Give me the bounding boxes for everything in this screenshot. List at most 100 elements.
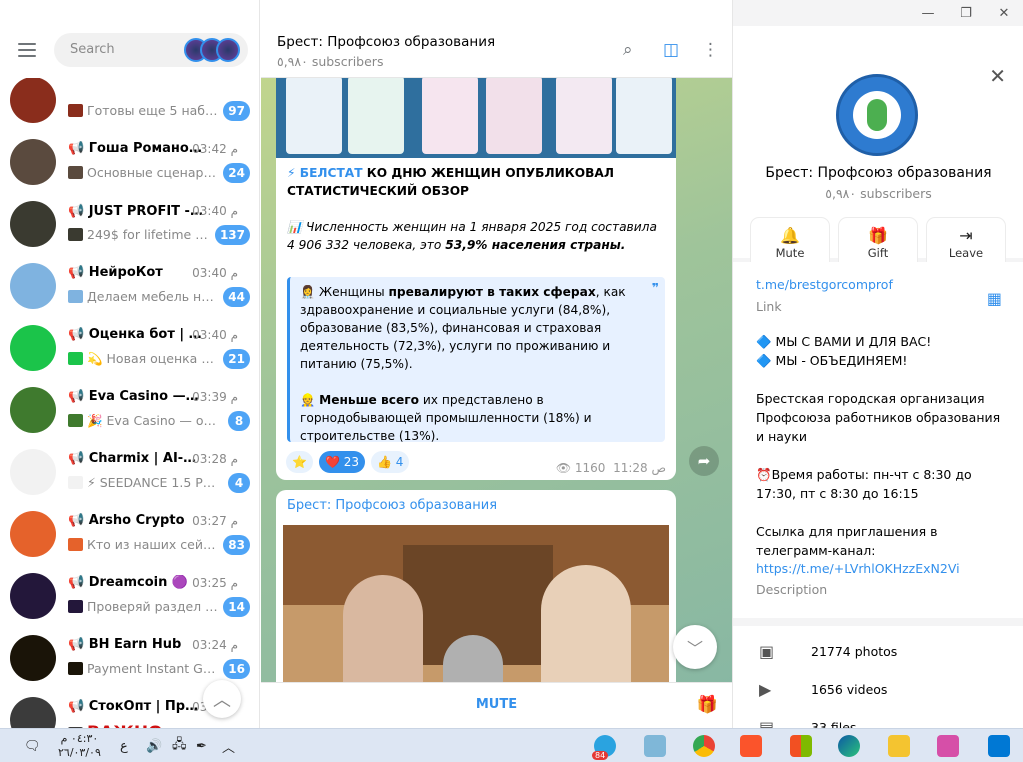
windows-start-icon[interactable]: [988, 735, 1010, 757]
leave-label: Leave: [948, 246, 984, 260]
pen-icon[interactable]: ✒: [196, 735, 207, 757]
channel-subscribers: ٥,٩٨٠ subscribers: [825, 186, 932, 201]
description-label: Description: [756, 582, 828, 597]
eye-icon: 👁: [555, 461, 572, 475]
forward-button[interactable]: ➦: [689, 446, 719, 476]
chat-item[interactable]: Готовы еще 5 набо… 97: [0, 70, 259, 132]
gift-icon[interactable]: 🎁: [697, 695, 718, 715]
unread-badge: 4: [228, 473, 250, 493]
reaction-thumbs[interactable]: 👍 4: [370, 451, 410, 473]
videos-count: 1656 videos: [811, 682, 888, 697]
taskbar-clock[interactable]: ٠٤:٣٠ م ٢٦/٠٣/٠٩: [58, 732, 101, 760]
reaction-star[interactable]: ⭐: [286, 451, 313, 473]
chat-item[interactable]: 📢 Eva Casino — оф…03:39 م 🎉 Eva Casino — …: [0, 380, 259, 442]
chat-preview: Проверяй раздел с …: [68, 599, 218, 614]
chat-time: 03:27 م: [192, 514, 238, 528]
chat-name: 📢 Eva Casino — оф…: [68, 389, 203, 404]
chat-bottom-bar: MUTE 🎁: [261, 682, 732, 728]
description-line: [756, 503, 1011, 522]
scroll-down-button[interactable]: ﹀: [673, 625, 717, 669]
window-controls: — ❐ ✕: [909, 0, 1023, 26]
chat-name: 📢 НейроКот: [68, 265, 163, 280]
invite-link[interactable]: https://t.me/+LVrhlOKHzzExN2Vi: [756, 561, 960, 576]
quote-text: 👩‍⚕️ Женщины: [300, 285, 389, 299]
explorer-taskbar-icon[interactable]: [888, 735, 910, 757]
chat-preview: 🎉 Eva Casino — оф…: [68, 413, 218, 429]
description-line: [756, 370, 1011, 389]
app2-taskbar-icon[interactable]: [937, 735, 959, 757]
brave-taskbar-icon[interactable]: [740, 735, 762, 757]
chrome-taskbar-icon[interactable]: [693, 735, 715, 757]
unread-badge: 8: [228, 411, 250, 431]
search-icon[interactable]: ⌕: [623, 40, 633, 60]
notification-icon[interactable]: 🗨: [24, 735, 41, 757]
chat-item[interactable]: 📢 Гоша Романов ●…03:42 م Основные сценари…: [0, 132, 259, 194]
chat-subscribers: ٥,٩٨٠ subscribers: [277, 54, 384, 69]
chat-item[interactable]: 📢 JUST PROFIT - ₿ 03:40 م 249$ for lifetim…: [0, 194, 259, 256]
chat-name: 📢 Dreamcoin 🟣: [68, 575, 189, 590]
chat-name: 📢 JUST PROFIT - ₿: [68, 204, 203, 219]
chat-preview: 💫 Новая оценка 👤 А…: [68, 351, 218, 367]
unread-badge: 16: [223, 659, 250, 679]
chat-name: 📢 BH Earn Hub: [68, 637, 182, 652]
videos-row[interactable]: ▶ 1656 videos: [733, 672, 1023, 710]
volume-icon[interactable]: 🔊: [146, 735, 162, 757]
chat-preview: Payment Instant Go Go …: [68, 661, 218, 676]
chat-item[interactable]: 📢 Dreamcoin 🟣 03:25 م Проверяй раздел с … 1…: [0, 566, 259, 628]
taskbar: 🗨 ٠٤:٣٠ م ٢٦/٠٣/٠٩ ع 🔊 🖧 ✒ ︿ 84: [0, 728, 1023, 762]
para-bold: 53,9% населения страны.: [445, 238, 626, 252]
tray-chevron-icon[interactable]: ︿: [222, 735, 235, 757]
restore-button[interactable]: ❐: [947, 0, 985, 26]
qr-code-icon[interactable]: ▦: [987, 289, 1002, 308]
chat-avatar: [10, 77, 56, 123]
forward-icon: ➦: [697, 452, 711, 470]
chat-avatar: [10, 449, 56, 495]
chat-avatar: [10, 325, 56, 371]
app-taskbar-icon[interactable]: [644, 735, 666, 757]
chat-name: 📢 Arsho Crypto: [68, 513, 185, 528]
channel-avatar[interactable]: [836, 74, 918, 156]
sidebar-toggle-icon[interactable]: ◫: [663, 40, 679, 60]
reaction-heart[interactable]: ❤️ 23: [318, 451, 365, 473]
chat-item[interactable]: 📢 Arsho Crypto 03:27 م Кто из наших сейча……: [0, 504, 259, 566]
unread-badge: 137: [214, 225, 250, 245]
network-icon[interactable]: 🖧: [172, 735, 187, 757]
message-author[interactable]: Брест: Профсоюз образования: [287, 498, 497, 513]
chat-time: 03:39 م: [192, 390, 238, 404]
gift-label: Gift: [867, 246, 889, 260]
store-taskbar-icon[interactable]: [790, 735, 812, 757]
minimize-button[interactable]: —: [909, 0, 947, 26]
message-meta: 👁 1160 11:28 ص: [556, 461, 666, 475]
files-count: 33 files: [811, 720, 857, 728]
scroll-up-button[interactable]: ︿: [203, 680, 241, 718]
photos-row[interactable]: ▣ 21774 photos: [733, 634, 1023, 672]
reactions: ⭐ ❤️ 23 👍 4: [286, 451, 415, 473]
menu-icon[interactable]: [18, 43, 36, 57]
unread-badge: 97: [223, 101, 250, 121]
stories-avatars[interactable]: [184, 38, 240, 62]
chat-avatar: [10, 511, 56, 557]
description-line: 🔷 МЫ С ВАМИ И ДЛЯ ВАС!: [756, 334, 932, 349]
chat-title: Брест: Профсоюз образования: [277, 34, 496, 50]
channel-description: 🔷 МЫ С ВАМИ И ДЛЯ ВАС! 🔷 МЫ - ОБЪЕДИНЯЕМ!…: [756, 332, 1011, 560]
language-indicator[interactable]: ع: [120, 735, 128, 757]
telegram-unread-badge: 84: [592, 751, 609, 760]
chat-time: 03:40 م: [192, 266, 238, 280]
search-input[interactable]: Search: [54, 33, 248, 67]
channel-link[interactable]: t.me/brestgorcomprof: [756, 277, 893, 292]
edge-taskbar-icon[interactable]: [838, 735, 860, 757]
chat-name: 📢 Гоша Романов ●…: [68, 141, 203, 156]
description-line: Брестская городская организация Профсоюз…: [756, 391, 1001, 444]
chat-item[interactable]: 📢 Оценка бот | А… 03:40 م 💫 Новая оценка 👤…: [0, 318, 259, 380]
close-window-button[interactable]: ✕: [985, 0, 1023, 26]
chat-item[interactable]: 📢 Charmix | AI-Ст… 03:28 م ⚡ SEEDANCE 1.5 …: [0, 442, 259, 504]
mute-button[interactable]: MUTE: [261, 697, 732, 712]
message-post[interactable]: ⚡ БЕЛСТАТ КО ДНЮ ЖЕНЩИН ОПУБЛИКОВАЛ СТАТ…: [276, 30, 676, 480]
chat-header[interactable]: Брест: Профсоюз образования ٥,٩٨٠ subscr…: [261, 0, 732, 78]
chat-item[interactable]: 📢 НейроКот 03:40 م Делаем мебель на … 44: [0, 256, 259, 318]
close-icon[interactable]: ✕: [989, 64, 1006, 88]
chat-view: Брест: Профсоюз образования ٥,٩٨٠ subscr…: [261, 0, 732, 728]
more-icon[interactable]: ⋮: [702, 40, 719, 60]
belstat-link[interactable]: ⚡ БЕЛСТАТ: [287, 166, 363, 180]
files-row[interactable]: ▤ 33 files: [733, 710, 1023, 728]
